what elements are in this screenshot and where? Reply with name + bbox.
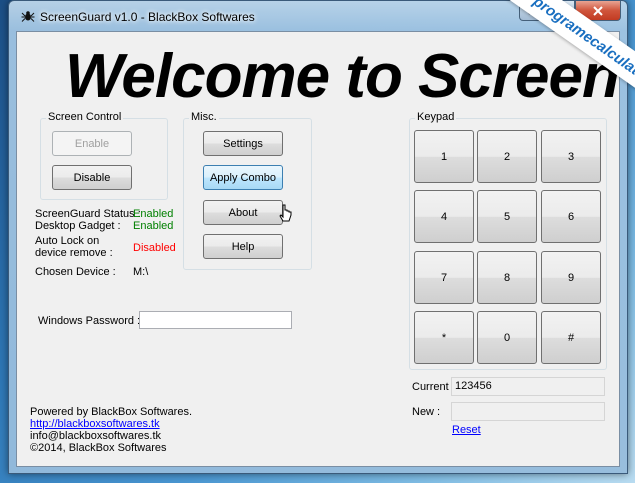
desktop-gadget-label: Desktop Gadget : <box>35 220 121 232</box>
maximize-button[interactable] <box>547 1 575 21</box>
auto-lock-label-line2: device remove : <box>35 247 113 259</box>
about-button[interactable]: About <box>203 200 283 225</box>
key-8[interactable]: 8 <box>477 251 537 304</box>
client-area: Welcome to Screen Screen Control Enable … <box>16 31 620 467</box>
chosen-device-value: M:\ <box>133 266 149 278</box>
windows-password-input[interactable] <box>139 311 292 329</box>
current-combo-field: 123456 <box>451 377 605 396</box>
minimize-button[interactable] <box>519 1 547 21</box>
key-0[interactable]: 0 <box>477 311 537 364</box>
welcome-banner: Welcome to Screen <box>65 42 619 111</box>
maximize-icon <box>556 6 566 15</box>
key-2[interactable]: 2 <box>477 130 537 183</box>
misc-label: Misc. <box>189 111 219 123</box>
minimize-icon <box>528 11 538 14</box>
key-star[interactable]: * <box>414 311 474 364</box>
keypad-label: Keypad <box>415 111 457 123</box>
website-link[interactable]: http://blackboxsoftwares.tk <box>30 418 160 430</box>
key-3[interactable]: 3 <box>541 130 601 183</box>
key-6[interactable]: 6 <box>541 190 601 243</box>
key-9[interactable]: 9 <box>541 251 601 304</box>
enable-button[interactable]: Enable <box>52 131 132 156</box>
mouse-cursor-icon <box>279 204 292 222</box>
current-combo-label: Current : <box>412 381 455 393</box>
screenguard-status-value: Enabled <box>133 208 174 220</box>
new-combo-label: New : <box>412 406 441 418</box>
powered-by-text: Powered by BlackBox Softwares. <box>30 406 193 418</box>
help-button[interactable]: Help <box>203 234 283 259</box>
close-icon <box>593 5 603 16</box>
key-hash[interactable]: # <box>541 311 601 364</box>
desktop-gadget-value: Enabled <box>133 220 174 232</box>
disable-button[interactable]: Disable <box>52 165 132 190</box>
new-combo-field[interactable] <box>451 402 605 421</box>
key-4[interactable]: 4 <box>414 190 474 243</box>
spider-icon <box>21 11 35 22</box>
copyright-text: ©2014, BlackBox Softwares <box>30 442 167 454</box>
key-7[interactable]: 7 <box>414 251 474 304</box>
screen-control-label: Screen Control <box>46 111 124 123</box>
title-bar[interactable]: ScreenGuard v1.0 - BlackBox Softwares <box>9 1 627 31</box>
reset-link[interactable]: Reset <box>452 424 481 436</box>
screenguard-status-label: ScreenGuard Status : <box>35 208 141 220</box>
settings-button[interactable]: Settings <box>203 131 283 156</box>
chosen-device-label: Chosen Device : <box>35 266 116 278</box>
auto-lock-label-line1: Auto Lock on <box>35 235 100 247</box>
close-button[interactable] <box>575 1 621 21</box>
apply-combo-button[interactable]: Apply Combo <box>203 165 283 190</box>
windows-password-label: Windows Password : <box>38 315 141 327</box>
auto-lock-value: Disabled <box>133 242 176 254</box>
window-title: ScreenGuard v1.0 - BlackBox Softwares <box>40 10 255 24</box>
app-window: ScreenGuard v1.0 - BlackBox Softwares We… <box>8 0 628 474</box>
key-1[interactable]: 1 <box>414 130 474 183</box>
key-5[interactable]: 5 <box>477 190 537 243</box>
email-text: info@blackboxsoftwares.tk <box>30 430 162 442</box>
caption-buttons <box>519 1 621 21</box>
